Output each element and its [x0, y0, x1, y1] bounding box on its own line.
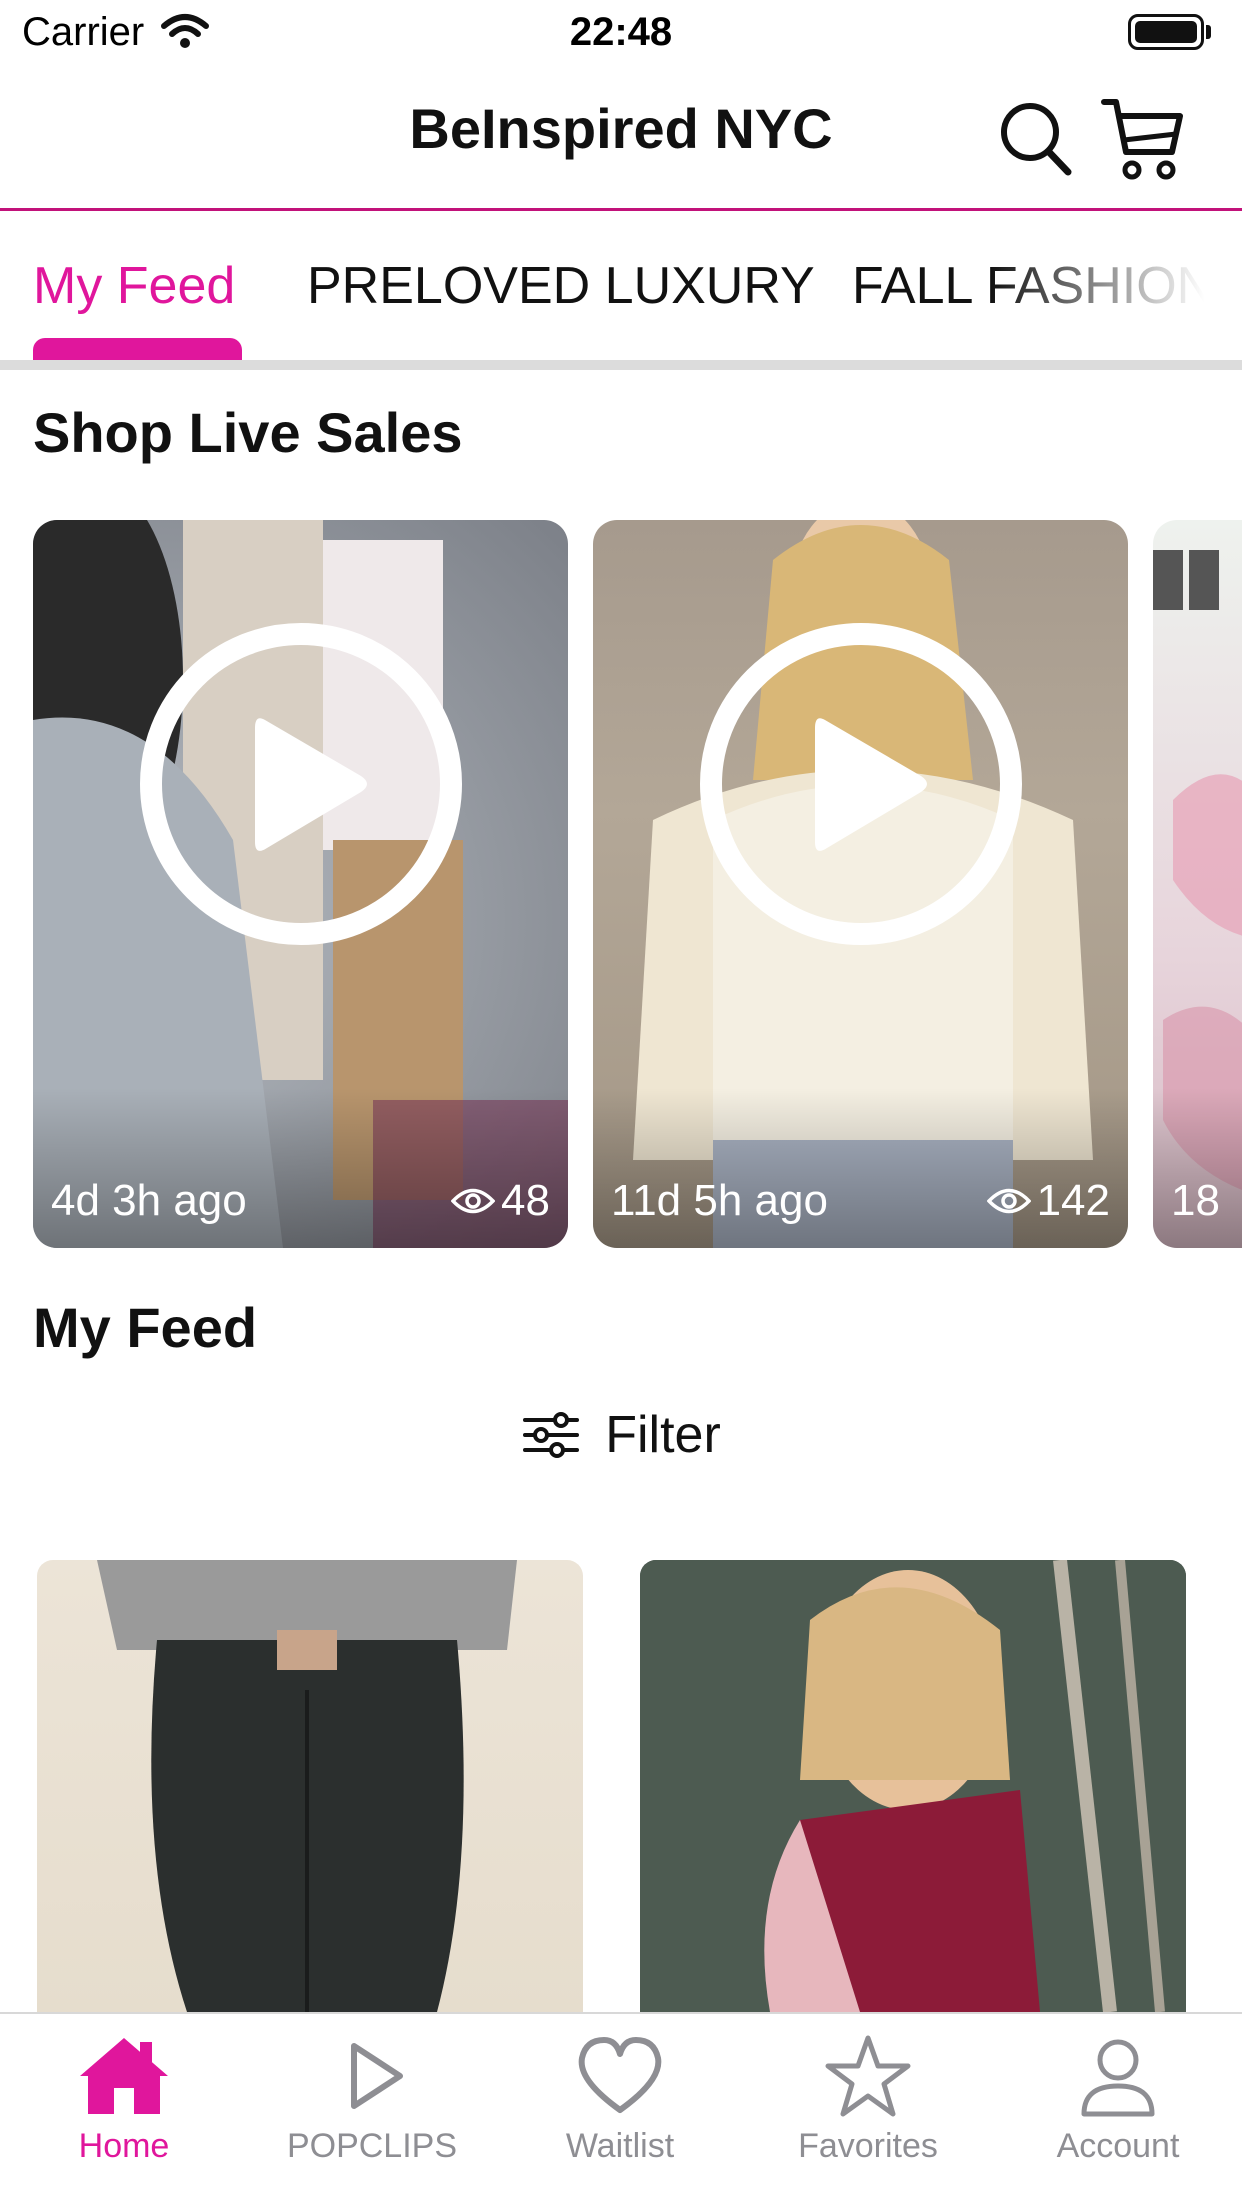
star-icon: [825, 2035, 911, 2117]
filter-button[interactable]: Filter: [0, 1400, 1242, 1470]
cart-icon[interactable]: [1100, 94, 1184, 184]
live-sales-title: Shop Live Sales: [33, 401, 463, 464]
tabbar-account[interactable]: Account: [994, 2034, 1242, 2166]
product-image: [640, 1560, 1186, 2012]
eye-icon: [451, 1188, 496, 1214]
tabbar-label: Favorites: [798, 2127, 938, 2165]
tab-active-indicator: [33, 338, 242, 360]
live-sale-time: 11d 5h ago: [611, 1176, 828, 1225]
tabbar-label: Account: [1056, 2127, 1180, 2165]
heart-icon: [578, 2037, 662, 2113]
product-card[interactable]: [37, 1560, 583, 2012]
filter-label: Filter: [605, 1406, 721, 1464]
tabs-fade: [990, 212, 1242, 352]
live-sale-views: 48: [451, 1176, 550, 1226]
tabbar-favorites[interactable]: Favorites: [744, 2034, 992, 2166]
live-sale-views: 142: [986, 1176, 1110, 1226]
person-icon: [1081, 2039, 1155, 2117]
tabs-track: [0, 360, 1242, 370]
battery-tip: [1206, 25, 1211, 39]
live-sale-time: 18: [1171, 1176, 1220, 1225]
tabbar-popclips[interactable]: POPCLIPS: [248, 2034, 496, 2166]
battery-icon: [1128, 14, 1204, 50]
play-icon[interactable]: [137, 620, 465, 948]
eye-icon: [986, 1188, 1031, 1214]
tabbar-label: Waitlist: [565, 2127, 675, 2165]
tabbar-label: Home: [78, 2127, 170, 2165]
play-icon[interactable]: [697, 620, 1025, 948]
play-icon: [351, 2043, 403, 2109]
home-icon: [80, 2038, 168, 2114]
product-card[interactable]: [640, 1560, 1186, 2012]
nav-divider: [0, 208, 1242, 211]
live-sale-time: 4d 3h ago: [51, 1176, 247, 1225]
tab-my-feed[interactable]: My Feed: [33, 256, 235, 316]
bottom-tab-bar: Home POPCLIPS Waitlist Favorites Account: [0, 2012, 1242, 2210]
live-sales-carousel[interactable]: 4d 3h ago 48 11d 5h ago 142 18: [33, 520, 1242, 1248]
tabbar-label: POPCLIPS: [286, 2127, 458, 2165]
live-sale-card[interactable]: 18: [1153, 520, 1242, 1248]
sliders-icon: [523, 1412, 580, 1458]
live-sale-card[interactable]: 11d 5h ago 142: [593, 520, 1128, 1248]
product-image: [97, 1560, 517, 2012]
tab-preloved-luxury[interactable]: PRELOVED LUXURY: [307, 256, 815, 316]
views-count: 48: [501, 1176, 550, 1225]
feed-title: My Feed: [33, 1296, 258, 1359]
live-sale-card[interactable]: 4d 3h ago 48: [33, 520, 568, 1248]
status-time: 22:48: [569, 10, 673, 54]
tabbar-waitlist[interactable]: Waitlist: [496, 2034, 744, 2166]
views-count: 142: [1036, 1176, 1110, 1225]
status-bar: Carrier 22:48: [0, 0, 1242, 66]
tabbar-home[interactable]: Home: [0, 2034, 248, 2166]
search-icon[interactable]: [998, 98, 1074, 178]
